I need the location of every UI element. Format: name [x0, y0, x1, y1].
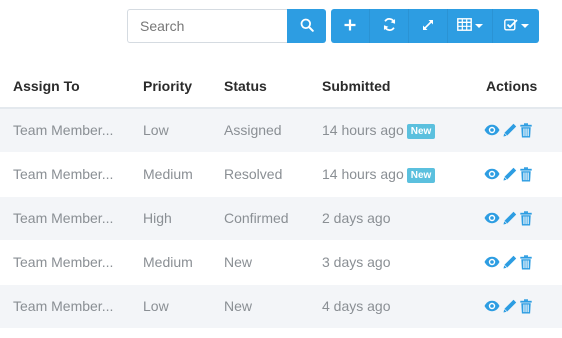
- new-badge: New: [406, 167, 436, 183]
- search-icon: [300, 18, 314, 35]
- cell-status: New: [224, 239, 322, 284]
- cell-priority: Medium: [143, 239, 224, 284]
- trash-icon[interactable]: [520, 254, 532, 270]
- trash-icon[interactable]: [520, 166, 532, 182]
- cell-status: Confirmed: [224, 195, 322, 240]
- cell-priority: Low: [143, 107, 224, 152]
- cell-assign-to: Team Member...: [0, 283, 143, 328]
- cell-assign-to: Team Member...: [0, 239, 143, 284]
- view-icon[interactable]: [484, 124, 500, 136]
- cell-assign-to: Team Member...: [0, 195, 143, 240]
- submitted-time: 14 hours ago: [322, 121, 404, 138]
- fullscreen-button[interactable]: [409, 9, 448, 43]
- cell-submitted: 14 hours ago New: [322, 107, 482, 152]
- trash-icon[interactable]: [520, 123, 532, 138]
- edit-icon[interactable]: [503, 123, 517, 137]
- column-header-assign-to[interactable]: Assign To: [0, 64, 143, 109]
- cell-priority: Low: [143, 283, 224, 328]
- search-button[interactable]: [287, 9, 326, 43]
- edit-icon[interactable]: [503, 167, 517, 181]
- cell-assign-to: Team Member...: [0, 107, 143, 152]
- tickets-table: Assign To Priority Status Submitted Acti…: [0, 64, 562, 328]
- cell-submitted: 3 days ago: [322, 239, 482, 284]
- column-header-priority[interactable]: Priority: [143, 64, 224, 109]
- cell-actions: [482, 107, 562, 152]
- table-toolbar: [127, 9, 539, 43]
- refresh-icon: [382, 17, 397, 35]
- column-header-submitted[interactable]: Submitted: [322, 64, 482, 109]
- column-header-status[interactable]: Status: [224, 64, 322, 109]
- cell-submitted: 14 hours ago New: [322, 151, 482, 196]
- table-actions-group: [331, 9, 539, 43]
- columns-icon: [457, 18, 472, 34]
- table-row[interactable]: Team Member... Medium New 3 days ago: [0, 239, 562, 284]
- edit-icon[interactable]: [503, 255, 517, 269]
- trash-icon[interactable]: [520, 299, 532, 314]
- view-icon[interactable]: [484, 168, 500, 180]
- cell-status: New: [224, 283, 322, 328]
- search-input[interactable]: [127, 9, 287, 43]
- column-header-actions: Actions: [482, 64, 562, 109]
- edit-icon[interactable]: [503, 299, 517, 313]
- cell-submitted: 2 days ago: [322, 195, 482, 240]
- submitted-time: 3 days ago: [322, 254, 391, 270]
- refresh-button[interactable]: [370, 9, 409, 43]
- columns-dropdown-button[interactable]: [448, 9, 493, 43]
- cell-actions: [482, 239, 562, 284]
- table-row[interactable]: Team Member... High Confirmed 2 days ago: [0, 195, 562, 240]
- cell-priority: High: [143, 195, 224, 240]
- search-group: [127, 9, 326, 43]
- table-row[interactable]: Team Member... Low New 4 days ago: [0, 283, 562, 328]
- cell-submitted: 4 days ago: [322, 283, 482, 328]
- table-header-row: Assign To Priority Status Submitted Acti…: [0, 64, 562, 109]
- table-row[interactable]: Team Member... Medium Resolved 14 hours ago…: [0, 151, 562, 196]
- expand-icon: [421, 18, 435, 35]
- submitted-time: 2 days ago: [322, 210, 391, 226]
- view-icon[interactable]: [484, 300, 500, 312]
- new-badge: New: [406, 123, 436, 139]
- cell-actions: [482, 151, 562, 196]
- view-icon[interactable]: [484, 212, 500, 224]
- table-row[interactable]: Team Member... Low Assigned 14 hours ago New: [0, 107, 562, 152]
- submitted-time: 4 days ago: [322, 298, 391, 315]
- submitted-time: 14 hours ago: [322, 165, 404, 182]
- cell-priority: Medium: [143, 151, 224, 196]
- cell-actions: [482, 283, 562, 328]
- chevron-down-icon: [520, 24, 529, 28]
- edit-icon[interactable]: [503, 211, 517, 225]
- chevron-down-icon: [475, 24, 483, 28]
- trash-icon[interactable]: [520, 210, 532, 226]
- view-icon[interactable]: [484, 256, 500, 268]
- plus-icon: [343, 18, 357, 35]
- cell-status: Assigned: [224, 107, 322, 152]
- cell-status: Resolved: [224, 151, 322, 196]
- select-dropdown-button[interactable]: [493, 9, 539, 43]
- checklist-icon: [503, 18, 518, 34]
- add-button[interactable]: [331, 9, 370, 43]
- cell-assign-to: Team Member...: [0, 151, 143, 196]
- cell-actions: [482, 195, 562, 240]
